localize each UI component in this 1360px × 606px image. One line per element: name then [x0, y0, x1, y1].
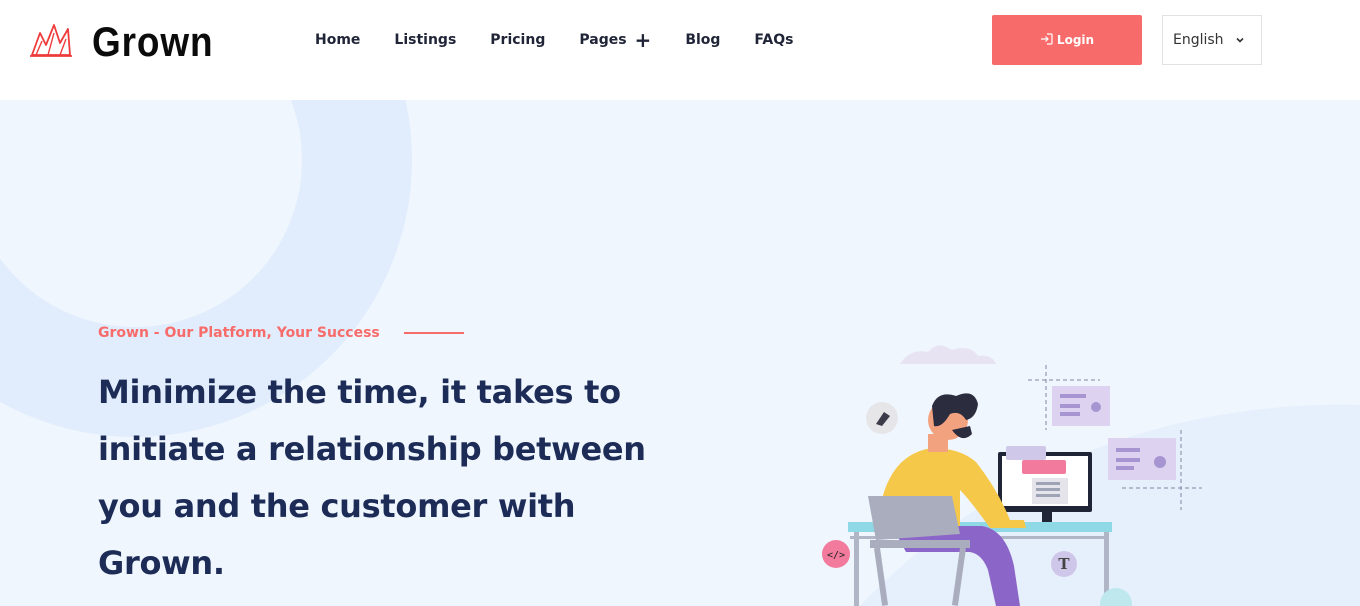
nav-faqs[interactable]: FAQs [754, 32, 793, 48]
hero-tagline: Grown - Our Platform, Your Success [98, 325, 464, 341]
crown-logo-icon [30, 19, 72, 65]
nav-listings[interactable]: Listings [394, 32, 456, 48]
language-select[interactable]: English [1162, 15, 1262, 65]
language-value: English [1173, 32, 1224, 48]
brand-logo[interactable]: Grown [30, 18, 230, 66]
headline-line: Grown. [98, 544, 225, 582]
nav-pricing[interactable]: Pricing [490, 32, 545, 48]
headline-line: you and the customer with [98, 487, 576, 525]
chevron-down-icon [1235, 33, 1245, 49]
hero-headline: Minimize the time, it takes to initiate … [98, 364, 658, 592]
svg-text:</>: </> [827, 550, 845, 561]
login-icon [1040, 32, 1057, 48]
nav-pages-label: Pages [579, 32, 627, 48]
login-label: Login [1056, 33, 1095, 47]
plus-icon: + [634, 28, 652, 52]
nav-home[interactable]: Home [315, 32, 360, 48]
svg-text:T: T [1058, 555, 1070, 573]
headline-line: Minimize the time, it takes to [98, 373, 621, 411]
tagline-text: Grown - Our Platform, Your Success [98, 325, 380, 341]
hero-illustration: </> T [822, 345, 1202, 606]
tagline-divider [403, 332, 464, 334]
brand-name: Grown [92, 18, 214, 65]
nav-blog[interactable]: Blog [685, 32, 720, 48]
headline-line: initiate a relationship between [98, 430, 646, 468]
nav-pages[interactable]: Pages + [579, 28, 652, 52]
site-header: Grown Home Listings Pricing Pages + Blog… [0, 0, 1360, 100]
hero-section: Grown - Our Platform, Your Success Minim… [0, 100, 1360, 606]
main-nav: Home Listings Pricing Pages + Blog FAQs [315, 30, 827, 50]
login-button[interactable]: Login [992, 15, 1142, 65]
